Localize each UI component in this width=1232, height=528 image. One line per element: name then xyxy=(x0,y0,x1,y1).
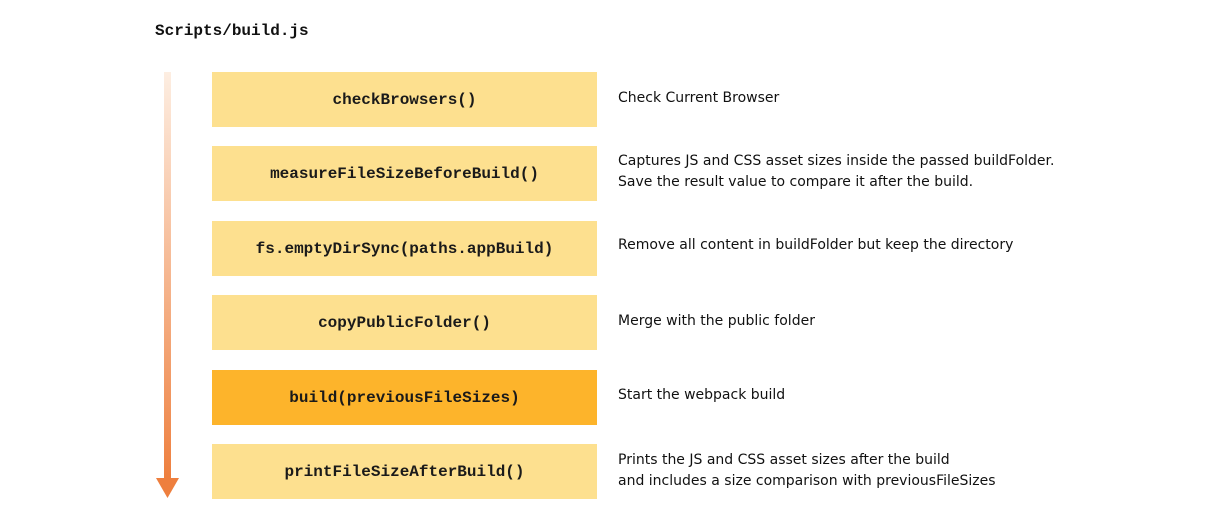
file-title: Scripts/build.js xyxy=(155,22,309,40)
step-description-line: Start the webpack build xyxy=(618,387,786,403)
step-box-4: copyPublicFolder() xyxy=(212,295,597,350)
flow-arrow-shaft xyxy=(164,72,171,480)
step-description-2: Captures JS and CSS asset sizes inside t… xyxy=(618,151,1054,193)
step-description-6: Prints the JS and CSS asset sizes after … xyxy=(618,450,996,492)
step-description-5: Start the webpack build xyxy=(618,385,785,406)
step-description-line: and includes a size comparison with prev… xyxy=(618,473,996,489)
step-box-5: build(previousFileSizes) xyxy=(212,370,597,425)
step-box-6: printFileSizeAfterBuild() xyxy=(212,444,597,499)
step-description-3: Remove all content in buildFolder but ke… xyxy=(618,235,1013,256)
step-description-line: Check Current Browser xyxy=(618,90,780,106)
step-box-2: measureFileSizeBeforeBuild() xyxy=(212,146,597,201)
step-description-line: Captures JS and CSS asset sizes inside t… xyxy=(618,153,1055,169)
step-box-3: fs.emptyDirSync(paths.appBuild) xyxy=(212,221,597,276)
step-description-line: Prints the JS and CSS asset sizes after … xyxy=(618,452,950,468)
flow-arrow-head xyxy=(156,478,179,498)
step-box-1: checkBrowsers() xyxy=(212,72,597,127)
step-description-4: Merge with the public folder xyxy=(618,311,815,332)
step-description-line: Merge with the public folder xyxy=(618,313,815,329)
step-description-line: Remove all content in buildFolder but ke… xyxy=(618,237,1014,253)
step-description-1: Check Current Browser xyxy=(618,88,779,109)
step-description-line: Save the result value to compare it afte… xyxy=(618,174,974,190)
flow-arrow-icon xyxy=(156,72,179,498)
